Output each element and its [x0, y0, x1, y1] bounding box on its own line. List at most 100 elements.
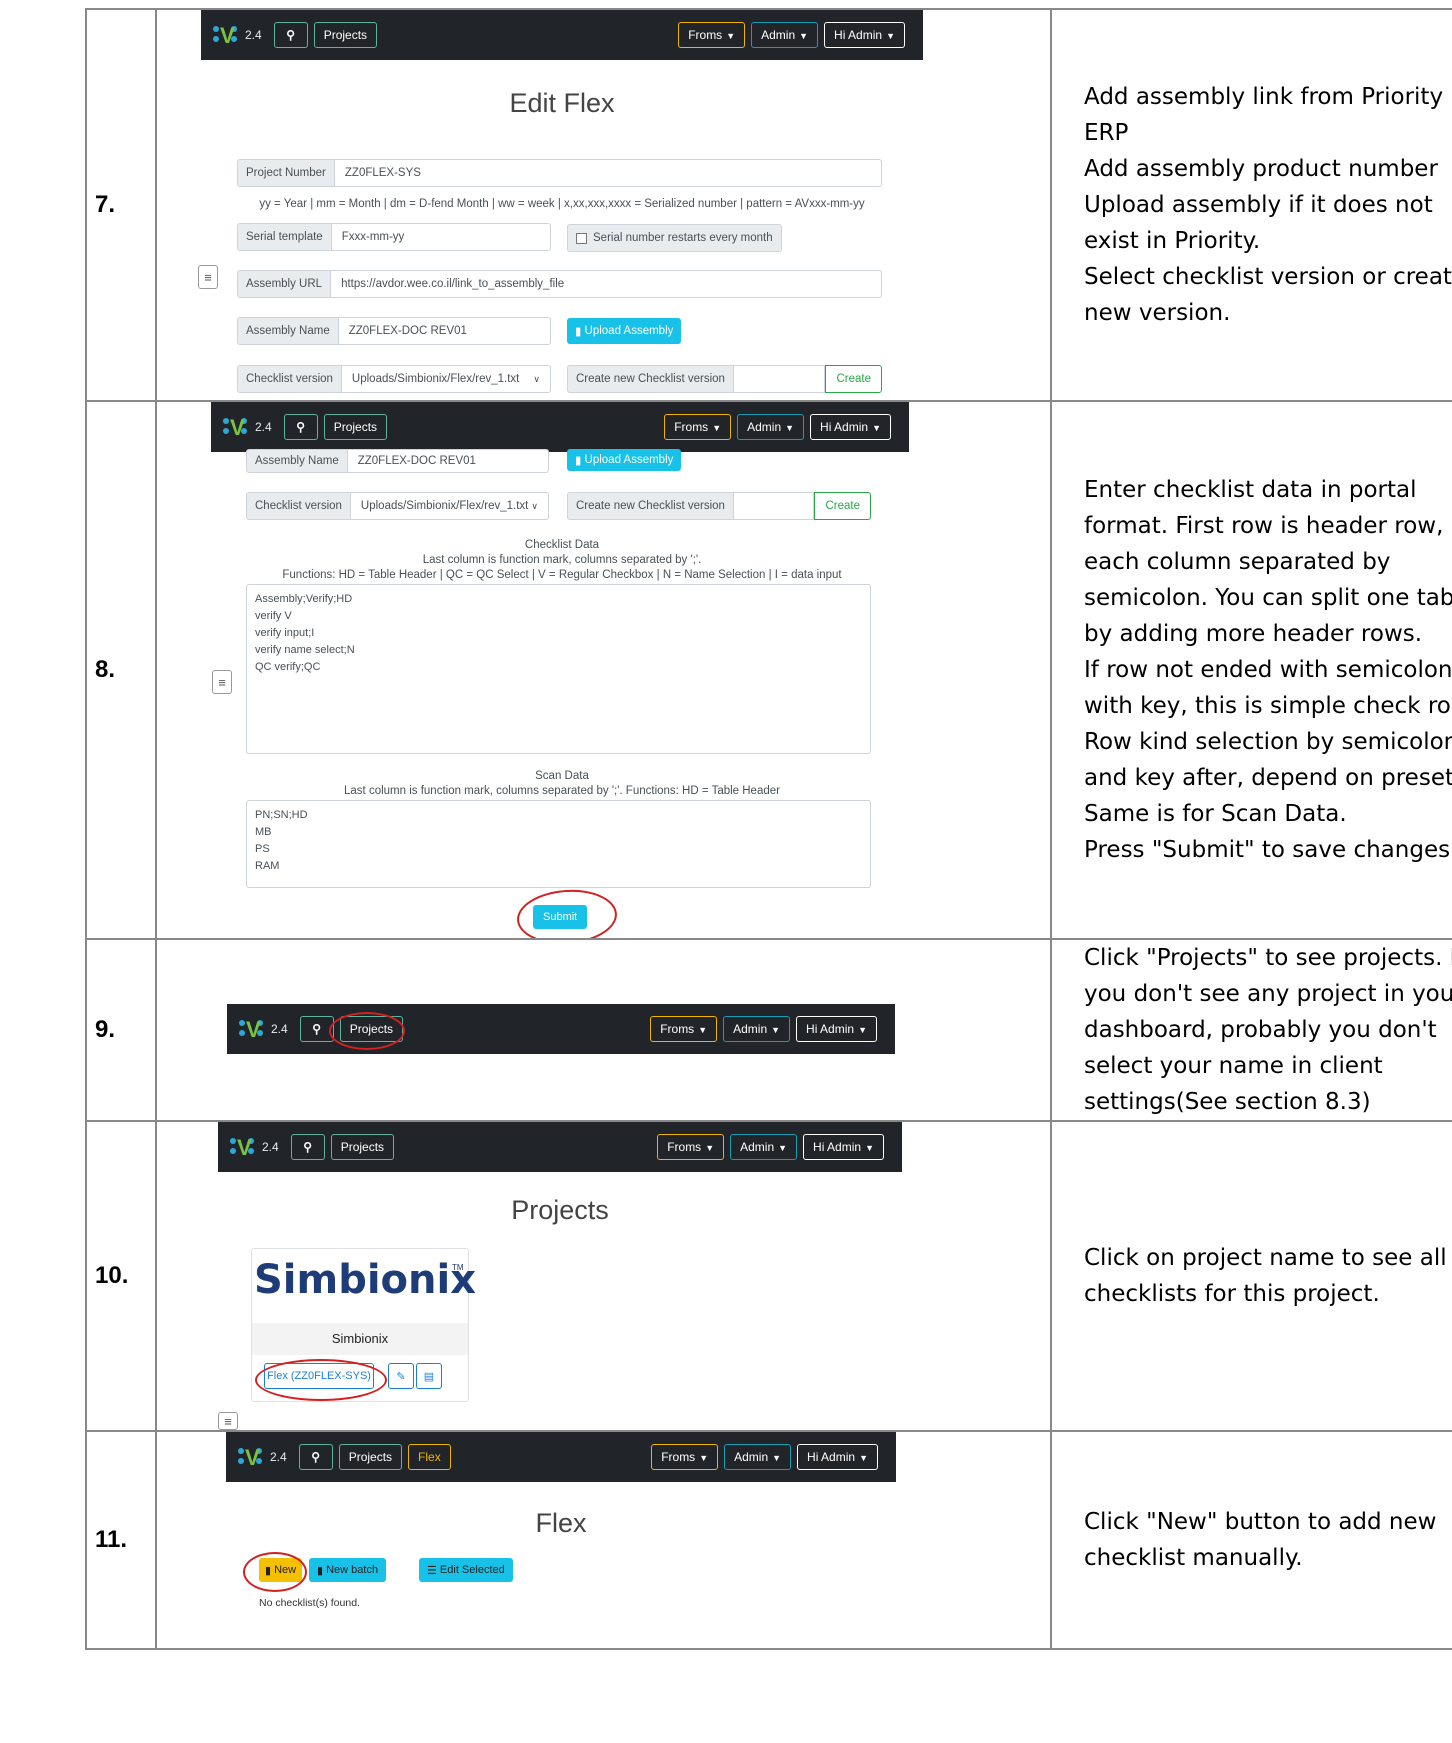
serial-template-field[interactable]: Serial template Fxxx-mm-yy	[237, 223, 551, 251]
serial-restart-checkbox[interactable]: Serial number restarts every month	[567, 224, 782, 252]
select-value[interactable]: Uploads/Simbionix/Flex/rev_1.txt ∨	[350, 492, 549, 520]
search-button[interactable]: ⚲	[273, 22, 308, 48]
list-icon: ☰	[427, 1564, 440, 1577]
admin-dropdown[interactable]: Admin ▼	[724, 1444, 792, 1470]
admin-label: Admin	[761, 28, 796, 42]
user-label: Hi Admin	[806, 1022, 855, 1036]
menu-icon[interactable]: ≡	[212, 670, 232, 694]
field-value[interactable]: https://avdor.wee.co.il/link_to_assembly…	[331, 270, 882, 298]
annotation-circle	[329, 1012, 405, 1050]
scan-textarea[interactable]: PN;SN;HD MB PS RAM	[246, 800, 871, 888]
projects-button[interactable]: Projects	[338, 1444, 403, 1470]
assembly-url-field[interactable]: Assembly URL https://avdor.wee.co.il/lin…	[237, 270, 882, 298]
admin-label: Admin	[747, 420, 782, 434]
froms-dropdown[interactable]: Froms ▼	[657, 1134, 725, 1160]
flex-breadcrumb-button[interactable]: Flex	[408, 1444, 451, 1470]
logo-icon: V	[238, 1444, 264, 1470]
logo-icon: V	[223, 414, 249, 440]
froms-dropdown[interactable]: Froms ▼	[650, 1016, 718, 1042]
field-value[interactable]: Fxxx-mm-yy	[331, 223, 551, 251]
caret-down-icon: ▼	[699, 1453, 709, 1463]
description-line: Enter checklist data in portal format. F…	[1084, 477, 1452, 647]
page-title: Projects	[511, 1195, 609, 1225]
assembly-name-field[interactable]: Assembly Name ZZ0FLEX-DOC REV01	[237, 317, 551, 345]
admin-dropdown[interactable]: Admin ▼	[723, 1016, 791, 1042]
field-value[interactable]: ZZ0FLEX-DOC REV01	[338, 317, 551, 345]
navbar: V 2.4 ⚲ Projects Froms ▼ Admin ▼ Hi Admin ▼	[201, 11, 923, 60]
button-label: Upload Assembly	[584, 325, 674, 337]
select-value[interactable]: Uploads/Simbionix/Flex/rev_1.txt ∨	[341, 365, 551, 393]
checklist-textarea[interactable]: Assembly;Verify;HD verify V verify input…	[246, 584, 871, 754]
navbar: V 2.4 ⚲ Projects Froms ▼ Admin ▼ Hi Admin ▼	[211, 403, 909, 452]
new-batch-button[interactable]: ▮ New batch	[309, 1558, 387, 1582]
version-label: 2.4	[271, 1022, 288, 1036]
admin-dropdown[interactable]: Admin ▼	[737, 414, 805, 440]
projects-button[interactable]: Projects	[330, 1134, 395, 1160]
annotation-circle	[243, 1552, 307, 1592]
navbar: V 2.4 ⚲ Projects Froms ▼ Admin ▼ Hi Admin ▼	[227, 1004, 895, 1054]
button-label: Edit Selected	[439, 1564, 505, 1576]
checklist-version-select[interactable]: Checklist version Uploads/Simbionix/Flex…	[246, 492, 549, 520]
search-button[interactable]: ⚲	[283, 414, 318, 440]
user-dropdown[interactable]: Hi Admin ▼	[824, 22, 905, 48]
user-label: Hi Admin	[820, 420, 869, 434]
menu-icon[interactable]: ≡	[198, 265, 218, 289]
user-dropdown[interactable]: Hi Admin ▼	[803, 1134, 884, 1160]
froms-dropdown[interactable]: Froms ▼	[664, 414, 732, 440]
step-number: 10.	[85, 1120, 157, 1432]
caret-down-icon: ▼	[886, 31, 895, 41]
file-icon: ▮	[575, 455, 585, 467]
search-icon: ⚲	[303, 1140, 313, 1154]
description-line: Click on project name to see all checkli…	[1084, 1245, 1447, 1307]
step-number: 8.	[85, 400, 157, 940]
create-button[interactable]: Create	[814, 492, 871, 520]
edit-selected-button[interactable]: ☰ Edit Selected	[419, 1558, 513, 1582]
description-line: Click "New" button to add new checklist …	[1084, 1509, 1437, 1571]
new-version-input[interactable]	[733, 365, 826, 393]
admin-dropdown[interactable]: Admin ▼	[751, 22, 819, 48]
projects-button[interactable]: Projects	[323, 414, 388, 440]
admin-dropdown[interactable]: Admin ▼	[730, 1134, 798, 1160]
froms-label: Froms	[661, 1450, 696, 1464]
create-button[interactable]: Create	[825, 365, 882, 393]
description-line: Click "Projects" to see projects. If you…	[1084, 945, 1452, 1115]
froms-dropdown[interactable]: Froms ▼	[678, 22, 746, 48]
edit-icon[interactable]: ✎	[388, 1363, 414, 1389]
admin-label: Admin	[740, 1140, 775, 1154]
caret-down-icon: ▼	[799, 31, 809, 41]
menu-icon[interactable]: ≡	[218, 1412, 238, 1429]
checklist-version-select[interactable]: Checklist version Uploads/Simbionix/Flex…	[237, 365, 551, 393]
annotation-circle	[515, 886, 619, 937]
description-line: Select checklist version or create new v…	[1084, 264, 1452, 326]
screenshot-projects: V 2.4 ⚲ Projects Froms ▼ Admin ▼ Hi Admin ▼…	[155, 1120, 1052, 1432]
froms-dropdown[interactable]: Froms ▼	[651, 1444, 719, 1470]
checkbox-box[interactable]	[576, 232, 587, 244]
project-number-field[interactable]: Project Number ZZ0FLEX-SYS	[237, 159, 882, 187]
field-value[interactable]: ZZ0FLEX-DOC REV01	[347, 449, 549, 473]
search-icon: ⚲	[296, 420, 306, 434]
user-dropdown[interactable]: Hi Admin ▼	[810, 414, 891, 440]
description-line: Same is for Scan Data.	[1084, 801, 1347, 827]
caret-down-icon: ▼	[872, 423, 881, 433]
step-description: Add assembly link from Priority ERP Add …	[1050, 8, 1452, 402]
caret-down-icon: ▼	[698, 1025, 708, 1035]
field-value[interactable]: ZZ0FLEX-SYS	[334, 159, 882, 187]
user-dropdown[interactable]: Hi Admin ▼	[796, 1016, 877, 1042]
new-version-input[interactable]	[733, 492, 815, 520]
document-icon[interactable]: ▤	[416, 1363, 442, 1389]
upload-assembly-button[interactable]: ▮ Upload Assembly	[567, 318, 682, 344]
pattern-hint: yy = Year | mm = Month | dm = D-fend Mon…	[259, 198, 865, 210]
field-label: Checklist version	[246, 492, 351, 520]
upload-assembly-button[interactable]: ▮ Upload Assembly	[567, 449, 682, 471]
assembly-name-field[interactable]: Assembly Name ZZ0FLEX-DOC REV01	[246, 449, 549, 473]
textarea-line: verify V	[255, 610, 292, 622]
caret-down-icon: ▼	[726, 31, 736, 41]
version-label: 2.4	[262, 1140, 279, 1154]
step-row-8: 8. V 2.4 ⚲ Projects Froms ▼ Admin ▼ Hi Adm…	[85, 400, 1452, 940]
search-button[interactable]: ⚲	[298, 1444, 333, 1470]
projects-button[interactable]: Projects	[313, 22, 378, 48]
user-label: Hi Admin	[834, 28, 883, 42]
user-dropdown[interactable]: Hi Admin ▼	[797, 1444, 878, 1470]
field-label: Assembly Name	[237, 317, 339, 345]
search-button[interactable]: ⚲	[290, 1134, 325, 1160]
